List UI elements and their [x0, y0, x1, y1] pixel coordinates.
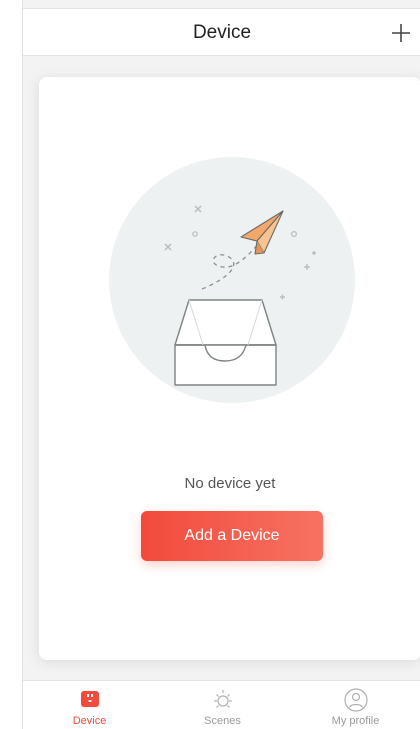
empty-state-card: No device yet Add a Device — [39, 77, 420, 660]
empty-state-message: No device yet — [184, 475, 276, 492]
scenes-icon — [213, 690, 232, 708]
tab-my-profile-label: My profile — [331, 715, 380, 727]
plus-icon — [392, 24, 410, 42]
tab-scenes-label: Scenes — [204, 715, 241, 727]
add-device-button[interactable]: Add a Device — [141, 511, 323, 561]
page-title: Device — [192, 22, 252, 43]
tab-device-label: Device — [72, 715, 107, 727]
tab-my-profile[interactable]: My profile — [289, 681, 420, 729]
bottom-tab-bar: Device Scenes My profile — [23, 680, 420, 729]
device-icon — [80, 691, 99, 707]
empty-inbox-illustration — [109, 157, 355, 403]
add-device-plus-button[interactable] — [387, 19, 415, 47]
tab-device[interactable]: Device — [23, 681, 156, 729]
app-screen: Device No device yet Add a Device Device… — [22, 0, 420, 729]
top-navigation-bar: Device — [23, 8, 420, 56]
tab-scenes[interactable]: Scenes — [156, 681, 289, 729]
profile-icon — [343, 688, 368, 712]
left-margin — [0, 0, 22, 729]
